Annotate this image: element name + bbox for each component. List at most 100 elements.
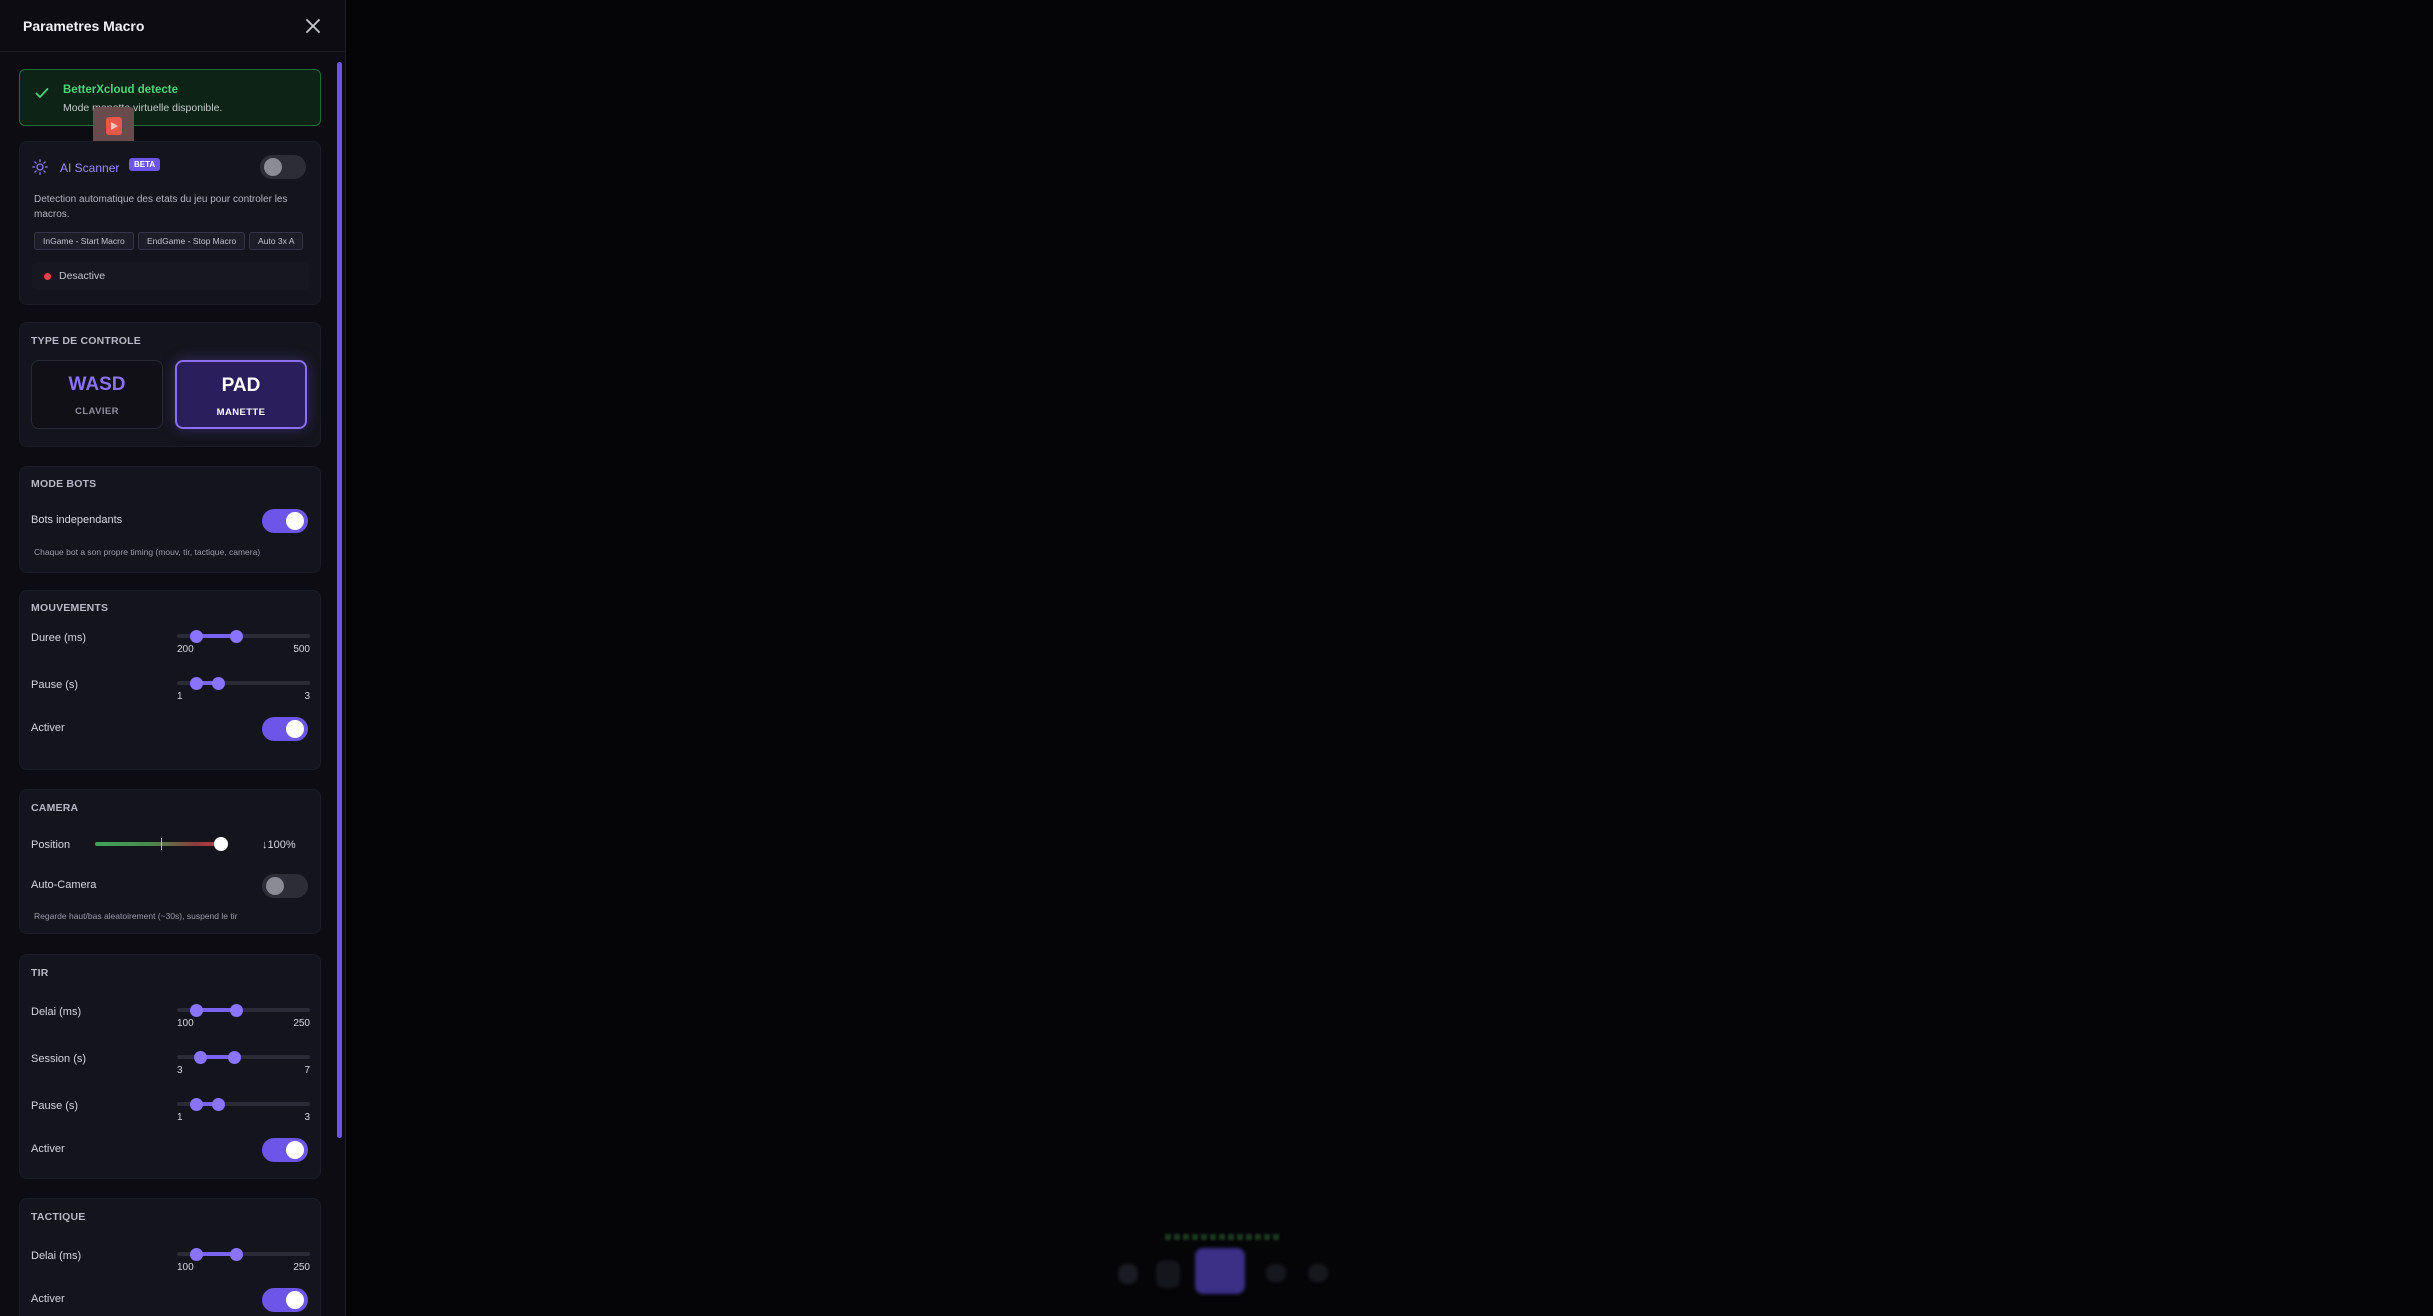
- control-type-card: TYPE DE CONTROLE WASD CLAVIER PAD MANETT…: [19, 322, 321, 447]
- ai-scanner-status: Desactive: [32, 262, 309, 290]
- camera-slider-thumb[interactable]: [214, 837, 228, 851]
- bots-independent-toggle[interactable]: [262, 509, 308, 533]
- tir-session-label: Session (s): [31, 1053, 87, 1065]
- check-icon: [35, 88, 49, 98]
- tir-session-range[interactable]: 3 7: [177, 1049, 310, 1079]
- tir-delay-min-thumb[interactable]: [189, 1004, 203, 1017]
- pad-sublabel: MANETTE: [216, 407, 266, 418]
- close-icon: [306, 18, 320, 33]
- tir-session-max-thumb[interactable]: [228, 1051, 242, 1064]
- tir-pause-label: Pause (s): [31, 1100, 79, 1112]
- pause-max-thumb[interactable]: [212, 677, 226, 690]
- detection-banner: BetterXcloud detecte Mode manette virtue…: [19, 69, 321, 126]
- ai-scanner-description: Detection automatique des etats du jeu p…: [34, 194, 288, 220]
- duration-label: Duree (ms): [31, 632, 87, 644]
- macro-settings-panel: Parametres Macro BetterXcloud detecte Mo…: [0, 0, 346, 1316]
- ai-scanner-card: AI Scanner BETA Detection automatique de…: [19, 141, 321, 305]
- banner-title: BetterXcloud detecte: [63, 84, 179, 96]
- movements-activate-label: Activer: [31, 722, 65, 734]
- tactique-delay-min: 100: [177, 1262, 194, 1273]
- auto-camera-hint: Regarde haut/bas aleatoirement (~30s), s…: [34, 911, 238, 921]
- control-pad-button[interactable]: PAD MANETTE: [175, 360, 307, 429]
- pause-max: 3: [304, 691, 310, 702]
- movements-label: MOUVEMENTS: [31, 602, 109, 614]
- dock-item-active[interactable]: [1195, 1248, 1245, 1294]
- mode-bots-card: MODE BOTS Bots independants Chaque bot a…: [19, 466, 321, 573]
- duration-range[interactable]: 200 500: [177, 628, 310, 658]
- tir-delay-label: Delai (ms): [31, 1006, 82, 1018]
- tir-session-min-thumb[interactable]: [193, 1051, 207, 1064]
- status-dot: [44, 273, 51, 280]
- tir-session-max: 7: [304, 1065, 310, 1076]
- tir-pause-min-thumb[interactable]: [189, 1098, 203, 1111]
- close-button[interactable]: [301, 14, 325, 38]
- dock-indicator: [1165, 1234, 1279, 1240]
- tir-delay-range[interactable]: 100 250: [177, 1002, 310, 1032]
- tactique-label: TACTIQUE: [31, 1211, 86, 1223]
- tactique-delay-max: 250: [293, 1262, 310, 1273]
- tir-card: TIR Delai (ms) 100 250 Session (s) 3 7 P…: [19, 954, 321, 1179]
- scrollbar-thumb[interactable]: [337, 62, 342, 1138]
- pause-range[interactable]: 1 3: [177, 675, 310, 705]
- tag-ingame: InGame - Start Macro: [34, 232, 134, 250]
- mode-bots-label: MODE BOTS: [31, 478, 97, 490]
- panel-title: Parametres Macro: [23, 17, 145, 34]
- duration-max: 500: [293, 644, 310, 655]
- tir-delay-max-thumb[interactable]: [229, 1004, 243, 1017]
- duration-min-thumb[interactable]: [189, 630, 203, 643]
- pad-label: PAD: [221, 375, 261, 396]
- dock-item[interactable]: [1118, 1264, 1138, 1284]
- banner-text: Mode manette virtuelle disponible.: [63, 102, 223, 114]
- camera-slider-track: [95, 842, 221, 846]
- wasd-sublabel: CLAVIER: [75, 406, 119, 417]
- auto-camera-toggle[interactable]: [262, 874, 308, 898]
- scrollbar[interactable]: [337, 56, 342, 1316]
- tir-pause-max-thumb[interactable]: [212, 1098, 226, 1111]
- app-icon: [105, 117, 122, 135]
- panel-header: Parametres Macro: [0, 0, 345, 52]
- status-text: Desactive: [59, 270, 106, 282]
- tactique-delay-label: Delai (ms): [31, 1250, 82, 1262]
- tactique-delay-range[interactable]: 100 250: [177, 1246, 310, 1276]
- bots-independent-label: Bots independants: [31, 514, 123, 526]
- control-type-label: TYPE DE CONTROLE: [31, 335, 141, 347]
- tir-delay-min: 100: [177, 1018, 194, 1029]
- dock-item[interactable]: [1266, 1264, 1286, 1282]
- floating-app-icon[interactable]: [93, 107, 134, 145]
- tir-activate-label: Activer: [31, 1143, 65, 1155]
- dock-item[interactable]: [1156, 1260, 1180, 1288]
- beta-badge: BETA: [129, 158, 161, 171]
- camera-position-label: Position: [31, 839, 71, 851]
- camera-label: CAMERA: [31, 802, 79, 814]
- sun-icon: [32, 159, 48, 175]
- tactique-delay-min-thumb[interactable]: [189, 1248, 203, 1261]
- movements-card: MOUVEMENTS Duree (ms) 200 500 Pause (s) …: [19, 590, 321, 770]
- duration-max-thumb[interactable]: [229, 630, 243, 643]
- tir-pause-max: 3: [304, 1112, 310, 1123]
- tactique-activate-label: Activer: [31, 1293, 65, 1305]
- bots-hint: Chaque bot a son propre timing (mouv, ti…: [34, 547, 261, 557]
- control-wasd-button[interactable]: WASD CLAVIER: [31, 360, 163, 429]
- pause-min-thumb[interactable]: [189, 677, 203, 690]
- wasd-label: WASD: [68, 374, 126, 395]
- tir-label: TIR: [31, 967, 49, 979]
- tag-auto-a: Auto 3x A: [249, 232, 304, 250]
- movements-activate-toggle[interactable]: [262, 717, 308, 741]
- auto-camera-label: Auto-Camera: [31, 879, 97, 891]
- tir-session-min: 3: [177, 1065, 183, 1076]
- tir-pause-min: 1: [177, 1112, 183, 1123]
- tactique-activate-toggle[interactable]: [262, 1288, 308, 1312]
- tir-delay-max: 250: [293, 1018, 310, 1029]
- dock-item[interactable]: [1308, 1264, 1328, 1282]
- tir-pause-range[interactable]: 1 3: [177, 1096, 310, 1126]
- tag-endgame: EndGame - Stop Macro: [138, 232, 246, 250]
- pause-min: 1: [177, 691, 183, 702]
- tactique-card: TACTIQUE Delai (ms) 100 250 Activer: [19, 1198, 321, 1316]
- camera-position-slider[interactable]: [95, 837, 228, 851]
- ai-scanner-toggle[interactable]: [260, 155, 306, 179]
- tactique-delay-max-thumb[interactable]: [229, 1248, 243, 1261]
- camera-center-mark: [161, 838, 162, 850]
- tir-activate-toggle[interactable]: [262, 1138, 308, 1162]
- camera-card: CAMERA Position ↓100% Auto-Camera Regard…: [19, 789, 321, 934]
- pause-label: Pause (s): [31, 679, 79, 691]
